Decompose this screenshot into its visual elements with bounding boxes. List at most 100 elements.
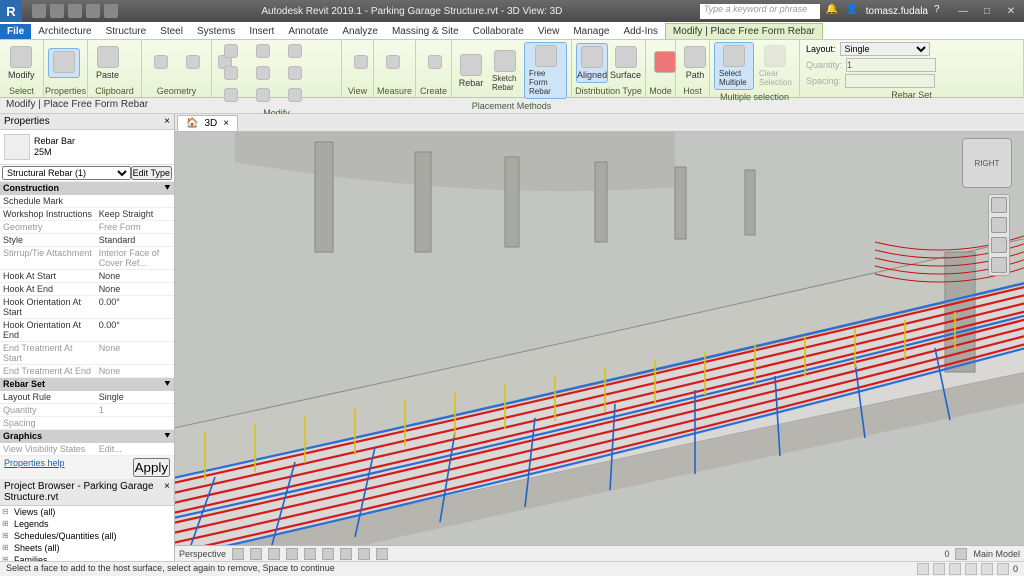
qat-save-icon[interactable] (50, 4, 64, 18)
prop-row[interactable]: Layout RuleSingle (0, 391, 174, 404)
array-button[interactable] (248, 86, 278, 106)
prop-row[interactable]: End Treatment At StartNone (0, 342, 174, 365)
mirror-button[interactable] (248, 64, 278, 84)
temp-hide-icon[interactable] (358, 548, 370, 560)
tab-manage[interactable]: Manage (566, 24, 616, 39)
tab-systems[interactable]: Systems (190, 24, 242, 39)
close-icon[interactable]: × (164, 481, 170, 503)
sun-path-icon[interactable] (268, 548, 280, 560)
browser-node[interactable]: Legends (0, 518, 174, 530)
crop-icon[interactable] (304, 548, 316, 560)
crop-region-icon[interactable] (322, 548, 334, 560)
prop-row[interactable]: View Visibility StatesEdit... (0, 443, 174, 456)
tab-insert[interactable]: Insert (242, 24, 281, 39)
select-multiple-button[interactable]: Select Multiple (714, 42, 754, 90)
cut-button[interactable] (178, 53, 208, 73)
drag-elements-icon[interactable] (981, 563, 993, 575)
qat-undo-icon[interactable] (68, 4, 82, 18)
sketch-rebar-button[interactable]: Sketch Rebar (488, 48, 522, 94)
zoom-icon[interactable] (991, 237, 1007, 253)
browser-node[interactable]: Schedules/Quantities (all) (0, 530, 174, 542)
copy-button[interactable] (280, 42, 310, 62)
prop-group[interactable]: Rebar Set⯆ (0, 378, 174, 391)
prop-row[interactable]: Quantity1 (0, 404, 174, 417)
tab-annotate[interactable]: Annotate (281, 24, 335, 39)
browser-node[interactable]: Views (all) (0, 506, 174, 518)
prop-row[interactable]: Hook Orientation At Start0.00° (0, 296, 174, 319)
pan-icon[interactable] (991, 217, 1007, 233)
quantity-input[interactable] (846, 58, 936, 72)
worksets-icon[interactable] (955, 548, 967, 560)
rotate-button[interactable] (216, 64, 246, 84)
view-scale-label[interactable]: Perspective (179, 549, 226, 559)
prop-group[interactable]: Graphics⯆ (0, 430, 174, 443)
view-tab-3d[interactable]: 🏠 3D × (177, 115, 238, 131)
measure-button[interactable] (378, 53, 408, 73)
prop-row[interactable]: Hook Orientation At End0.00° (0, 319, 174, 342)
type-selector[interactable]: Rebar Bar25M (0, 130, 174, 165)
tab-file[interactable]: File (0, 24, 31, 39)
close-icon[interactable]: × (223, 118, 229, 129)
modify-button[interactable]: Modify (4, 44, 39, 82)
maximize-button[interactable]: □ (978, 6, 996, 17)
prop-group[interactable]: Construction⯆ (0, 182, 174, 195)
minimize-button[interactable]: — (954, 6, 972, 17)
infocenter-icon[interactable]: 🔔 (826, 4, 840, 18)
select-pinned-icon[interactable] (949, 563, 961, 575)
tab-analyze[interactable]: Analyze (335, 24, 385, 39)
edit-type-button[interactable]: Edit Type (131, 166, 172, 180)
detail-level-icon[interactable] (232, 548, 244, 560)
app-logo[interactable]: R (0, 0, 22, 22)
tab-massing[interactable]: Massing & Site (385, 24, 466, 39)
browser-node[interactable]: Families (0, 554, 174, 561)
prop-row[interactable]: Stirrup/Tie AttachmentInterior Face of C… (0, 247, 174, 270)
properties-help-link[interactable]: Properties help (4, 458, 65, 477)
select-links-icon[interactable] (917, 563, 929, 575)
free-form-rebar-button[interactable]: Free Form Rebar (524, 42, 567, 99)
view-cube[interactable]: RIGHT (962, 138, 1012, 188)
cope-button[interactable] (146, 53, 176, 73)
orbit-icon[interactable] (991, 257, 1007, 273)
tab-modify-context[interactable]: Modify | Place Free Form Rebar (665, 23, 823, 39)
prop-row[interactable]: StyleStandard (0, 234, 174, 247)
visual-style-icon[interactable] (250, 548, 262, 560)
spacing-input[interactable] (845, 74, 935, 88)
layout-select[interactable]: Single (840, 42, 930, 56)
prop-row[interactable]: End Treatment At EndNone (0, 365, 174, 378)
steering-wheel-icon[interactable] (991, 197, 1007, 213)
prop-row[interactable]: Workshop InstructionsKeep Straight (0, 208, 174, 221)
browser-node[interactable]: Sheets (all) (0, 542, 174, 554)
prop-row[interactable]: Hook At StartNone (0, 270, 174, 283)
select-face-icon[interactable] (965, 563, 977, 575)
project-browser[interactable]: Views (all)LegendsSchedules/Quantities (… (0, 506, 174, 561)
shadows-icon[interactable] (286, 548, 298, 560)
surface-button[interactable]: Surface (610, 44, 641, 82)
prop-row[interactable]: Spacing (0, 417, 174, 430)
prop-row[interactable]: Hook At EndNone (0, 283, 174, 296)
prop-row[interactable]: GeometryFree Form (0, 221, 174, 234)
reveal-hidden-icon[interactable] (376, 548, 388, 560)
tab-collaborate[interactable]: Collaborate (466, 24, 531, 39)
filter-icon[interactable] (997, 563, 1009, 575)
tab-architecture[interactable]: Architecture (31, 24, 98, 39)
paste-button[interactable]: Paste (92, 44, 123, 82)
qat-print-icon[interactable] (104, 4, 118, 18)
tab-steel[interactable]: Steel (153, 24, 190, 39)
aligned-button[interactable]: Aligned (576, 43, 608, 83)
move-button[interactable] (248, 42, 278, 62)
align-button[interactable] (216, 42, 246, 62)
trim-button[interactable] (280, 64, 310, 84)
properties-button[interactable] (48, 48, 80, 78)
scale-button[interactable] (280, 86, 310, 106)
qat-open-icon[interactable] (32, 4, 46, 18)
apply-button[interactable]: Apply (133, 458, 170, 477)
signin-icon[interactable]: 👤 (846, 4, 860, 18)
path-button[interactable]: Path (680, 44, 710, 82)
main-model-label[interactable]: Main Model (973, 549, 1020, 559)
instance-filter-select[interactable]: Structural Rebar (1) (2, 166, 131, 180)
search-input[interactable]: Type a keyword or phrase (700, 4, 820, 19)
rebar-button[interactable]: Rebar (456, 52, 486, 90)
tab-structure[interactable]: Structure (99, 24, 154, 39)
tab-addins[interactable]: Add-Ins (616, 24, 664, 39)
select-underlay-icon[interactable] (933, 563, 945, 575)
